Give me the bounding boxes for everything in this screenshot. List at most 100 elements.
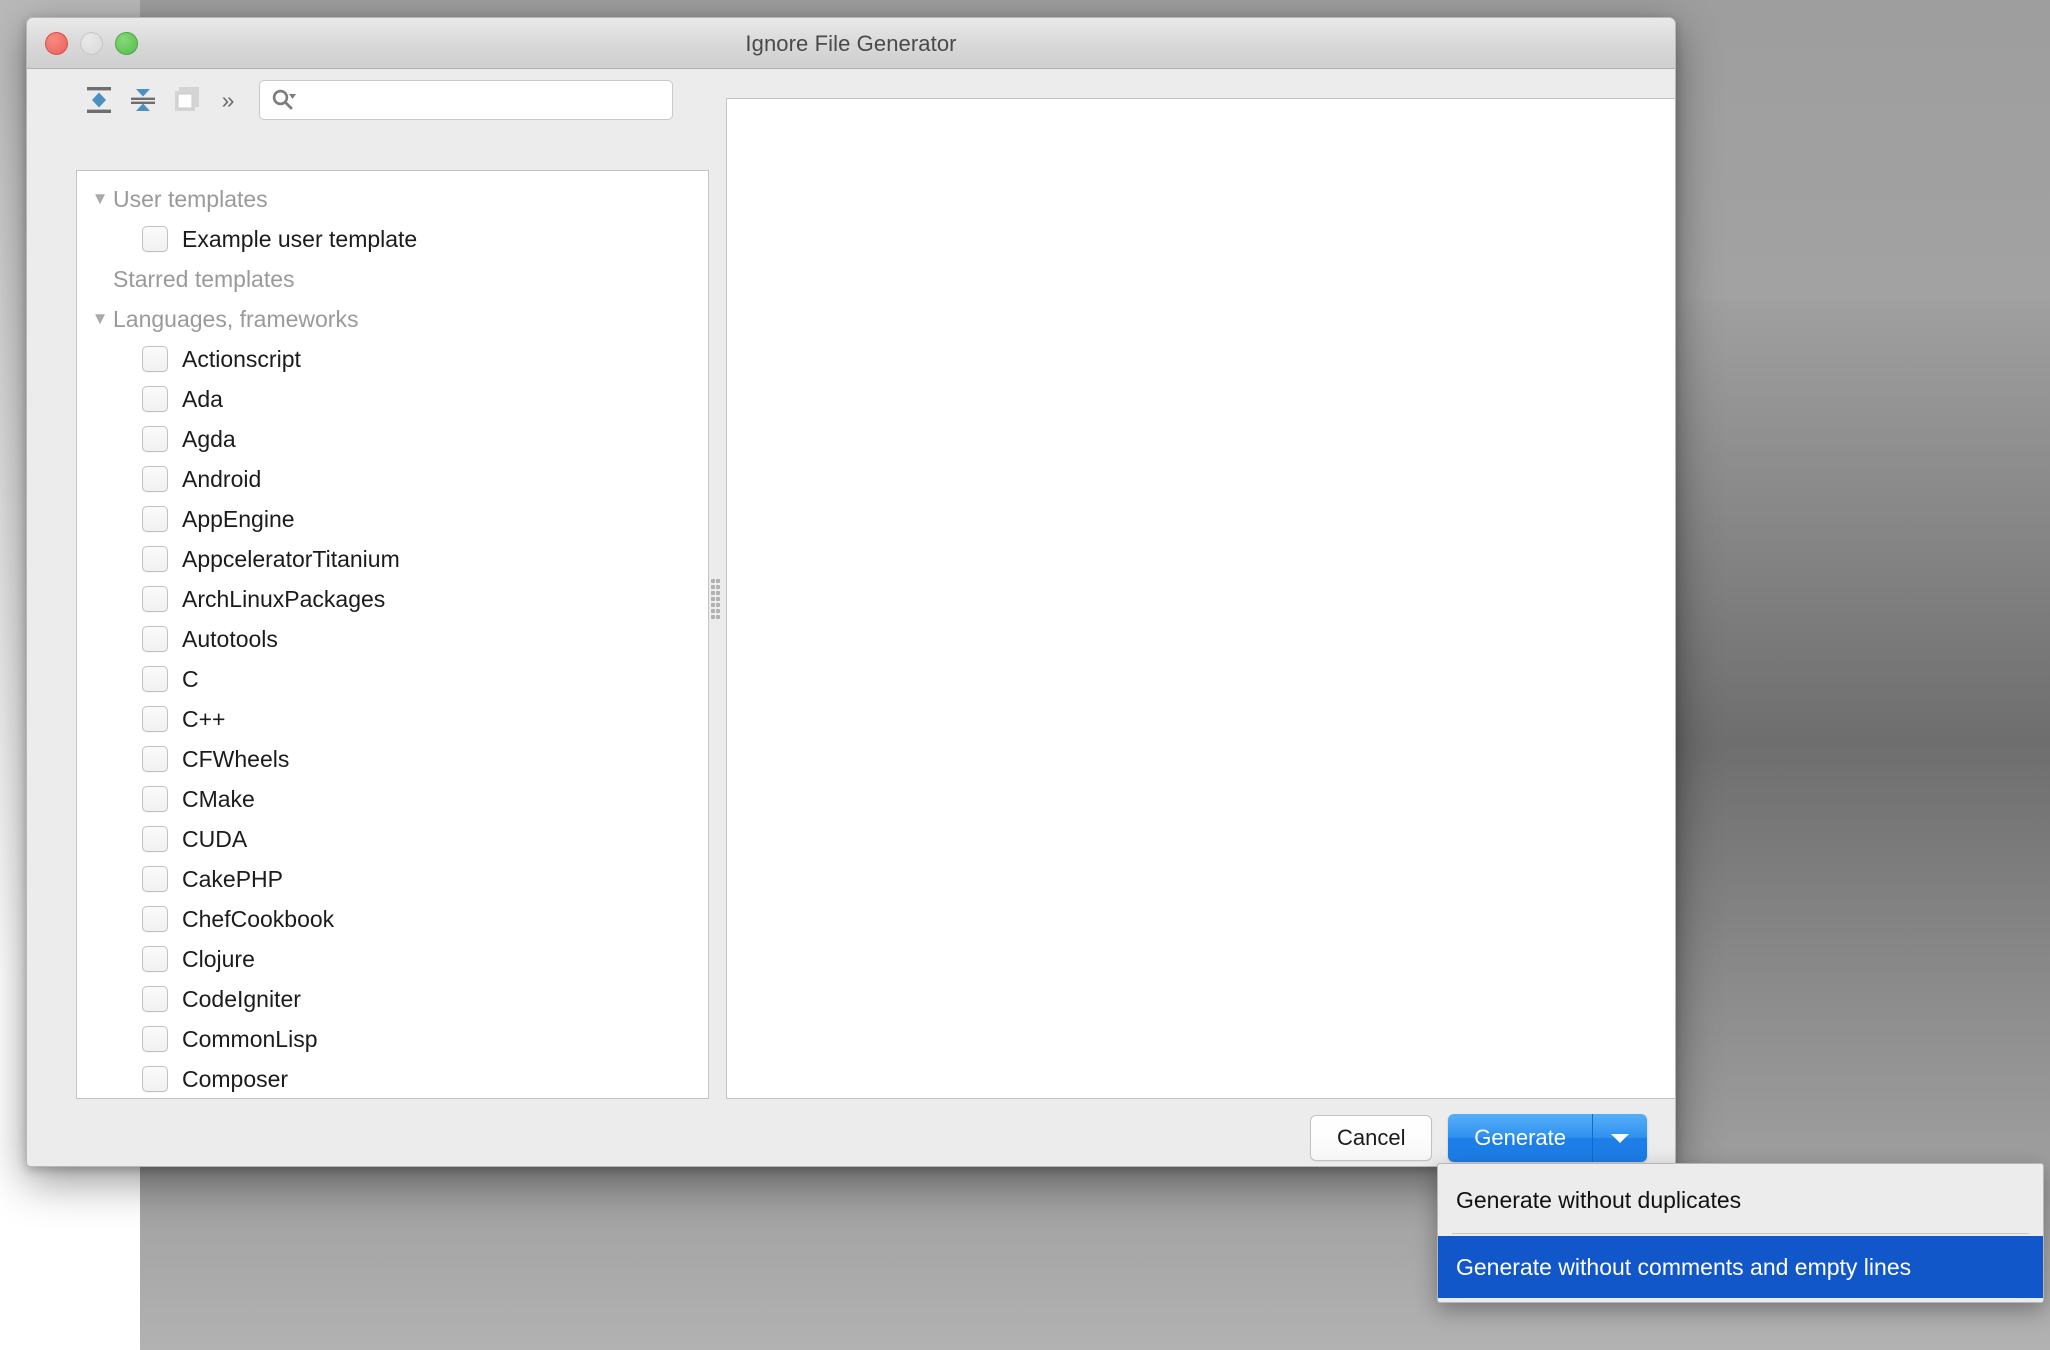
search-input[interactable] [302, 88, 662, 112]
tree-item-label: CMake [182, 785, 255, 812]
template-checkbox[interactable] [142, 986, 168, 1012]
template-checkbox[interactable] [142, 666, 168, 692]
template-checkbox[interactable] [142, 1066, 168, 1092]
title-bar: Ignore File Generator [27, 18, 1675, 69]
dialog-footer: Cancel Generate [1310, 1114, 1647, 1162]
template-checkbox[interactable] [142, 506, 168, 532]
template-checkbox[interactable] [142, 586, 168, 612]
tree-item-label: AppEngine [182, 505, 295, 532]
tree-item-row[interactable]: Autotools [77, 619, 708, 659]
copy-icon [175, 87, 199, 111]
tree-group-label: User templates [113, 185, 268, 212]
splitter-dot [716, 597, 720, 601]
collapse-all-icon [131, 89, 155, 111]
tree-group-label: Starred templates [113, 265, 295, 292]
splitter-dot [716, 609, 720, 613]
tree-item-row[interactable]: Composer [77, 1059, 708, 1098]
tree-item-label: Android [182, 465, 262, 492]
tree-item-row[interactable]: ChefCookbook [77, 899, 708, 939]
tree-item-label: C++ [182, 705, 226, 732]
tree-item-label: ChefCookbook [182, 905, 335, 932]
tree-item-label: Ada [182, 385, 223, 412]
tree-item-label: ArchLinuxPackages [182, 585, 386, 612]
template-checkbox[interactable] [142, 826, 168, 852]
template-checkbox[interactable] [142, 426, 168, 452]
tree-item-label: CUDA [182, 825, 248, 852]
template-checkbox[interactable] [142, 626, 168, 652]
tree-group-row[interactable]: ▼ Languages, frameworks [77, 299, 708, 339]
template-tree: ▼ User templates Example user template Star… [77, 171, 708, 1098]
copy-button[interactable] [165, 78, 209, 122]
tree-item-label: C [182, 665, 199, 692]
template-tree-panel[interactable]: ▼ User templates Example user template Star… [76, 170, 709, 1099]
template-checkbox[interactable] [142, 226, 168, 252]
menu-item[interactable]: Generate without comments and empty line… [1438, 1236, 2043, 1298]
tree-item-row[interactable]: AppceleratorTitanium [77, 539, 708, 579]
tree-item-row[interactable]: Actionscript [77, 339, 708, 379]
tree-item-label: CakePHP [182, 865, 283, 892]
expand-all-button[interactable] [77, 78, 121, 122]
tree-item-label: CodeIgniter [182, 985, 301, 1012]
tree-item-row[interactable]: Example user template [77, 219, 708, 259]
search-field[interactable] [259, 80, 673, 120]
splitter-dot [711, 579, 715, 583]
template-checkbox[interactable] [142, 906, 168, 932]
tree-group-row[interactable]: ▼ User templates [77, 179, 708, 219]
splitter-dot [716, 585, 720, 589]
tree-item-label: Actionscript [182, 345, 301, 372]
cancel-button[interactable]: Cancel [1310, 1115, 1433, 1161]
tree-item-label: Clojure [182, 945, 255, 972]
generate-dropdown-menu: Generate without duplicates Generate with… [1437, 1163, 2044, 1303]
template-checkbox[interactable] [142, 706, 168, 732]
template-checkbox[interactable] [142, 1026, 168, 1052]
tree-item-row[interactable]: C++ [77, 699, 708, 739]
search-icon [272, 89, 296, 110]
template-checkbox[interactable] [142, 466, 168, 492]
tree-group-row[interactable]: Starred templates [77, 259, 708, 299]
generate-split-button: Generate [1448, 1114, 1647, 1162]
tree-group-label: Languages, frameworks [113, 305, 359, 332]
chevron-down-icon[interactable]: ▼ [87, 309, 113, 329]
template-checkbox[interactable] [142, 866, 168, 892]
tree-item-row[interactable]: Clojure [77, 939, 708, 979]
tree-item-row[interactable]: Android [77, 459, 708, 499]
tree-item-label: Composer [182, 1065, 289, 1092]
tree-item-row[interactable]: C [77, 659, 708, 699]
template-checkbox[interactable] [142, 946, 168, 972]
menu-item[interactable]: Generate without duplicates [1438, 1169, 2043, 1231]
tree-item-row[interactable]: AppEngine [77, 499, 708, 539]
splitter-dot [711, 615, 715, 619]
screen: Ignore File Generator » ▼ User templates… [0, 0, 2050, 1350]
chevron-down-icon[interactable]: ▼ [87, 189, 113, 209]
splitter-dot [716, 615, 720, 619]
tree-item-row[interactable]: CMake [77, 779, 708, 819]
toolbar-overflow-button[interactable]: » [209, 78, 247, 122]
template-checkbox[interactable] [142, 346, 168, 372]
template-checkbox[interactable] [142, 746, 168, 772]
ignore-file-generator-dialog: Ignore File Generator » ▼ User templates… [26, 17, 1676, 1167]
panel-splitter[interactable] [710, 578, 722, 620]
tree-item-label: Autotools [182, 625, 278, 652]
tree-item-row[interactable]: CFWheels [77, 739, 708, 779]
generate-dropdown-toggle[interactable] [1593, 1114, 1647, 1162]
preview-panel[interactable] [726, 98, 1675, 1099]
tree-item-label: Example user template [182, 225, 418, 252]
template-checkbox[interactable] [142, 386, 168, 412]
template-checkbox[interactable] [142, 546, 168, 572]
splitter-dot [711, 603, 715, 607]
tree-item-row[interactable]: CommonLisp [77, 1019, 708, 1059]
tree-item-row[interactable]: CakePHP [77, 859, 708, 899]
generate-button[interactable]: Generate [1448, 1114, 1593, 1162]
splitter-dot [716, 591, 720, 595]
splitter-dot [711, 597, 715, 601]
tree-item-label: Agda [182, 425, 236, 452]
collapse-all-button[interactable] [121, 78, 165, 122]
tree-item-row[interactable]: ArchLinuxPackages [77, 579, 708, 619]
tree-item-row[interactable]: CodeIgniter [77, 979, 708, 1019]
tree-item-label: CommonLisp [182, 1025, 318, 1052]
tree-item-row[interactable]: Ada [77, 379, 708, 419]
template-checkbox[interactable] [142, 786, 168, 812]
tree-item-label: CFWheels [182, 745, 290, 772]
tree-item-row[interactable]: CUDA [77, 819, 708, 859]
tree-item-row[interactable]: Agda [77, 419, 708, 459]
